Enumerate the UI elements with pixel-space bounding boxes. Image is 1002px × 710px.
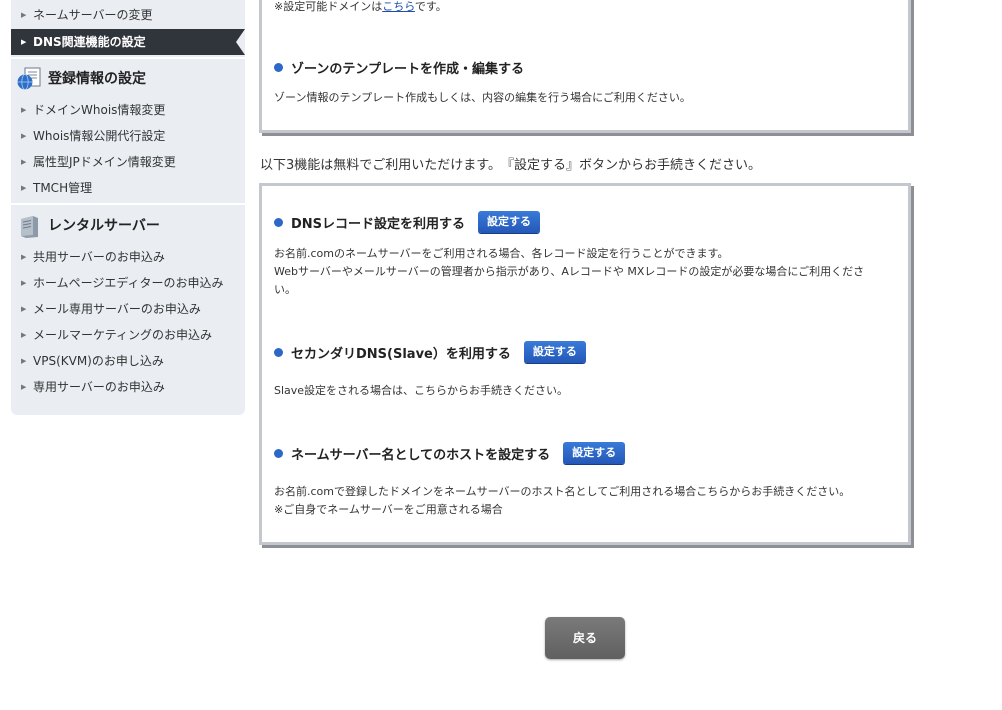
bullet-dot-icon bbox=[274, 448, 283, 458]
dns-record-setting-button[interactable]: 設定する bbox=[478, 211, 541, 233]
sidebar-item-vps[interactable]: ▶ VPS(KVM)のお申し込み bbox=[11, 348, 245, 374]
globe-document-icon bbox=[17, 67, 41, 90]
server-icon bbox=[21, 216, 38, 238]
sidebar-item-dns-settings[interactable]: ▶ DNS関連機能の設定 bbox=[11, 29, 245, 55]
section-title-label: レンタルサーバー bbox=[48, 218, 160, 234]
sidebar-item-label: TMCH管理 bbox=[33, 181, 93, 195]
section-divider bbox=[11, 203, 245, 205]
sidebar-item-label: 共用サーバーのお申込み bbox=[33, 250, 165, 264]
sidebar-item-label: Whois情報公開代行設定 bbox=[33, 129, 166, 143]
sidebar-item-dedicated-server[interactable]: ▶ 専用サーバーのお申込み bbox=[11, 374, 245, 400]
sidebar-item-homepage-editor[interactable]: ▶ ホームページエディターのお申込み bbox=[11, 270, 245, 296]
feature-title-label: DNSレコード設定を利用する bbox=[291, 216, 466, 232]
sidebar-item-label: 専用サーバーのお申込み bbox=[33, 380, 165, 394]
section-title-label: 登録情報の設定 bbox=[48, 71, 146, 87]
intro-text: 以下3機能は無料でご利用いただけます。 『設定する』ボタンからお手続きください。 bbox=[260, 158, 761, 173]
sidebar-item-label: メール専用サーバーのお申込み bbox=[33, 302, 201, 316]
bullet-icon: ▶ bbox=[21, 38, 27, 46]
bullet-icon: ▶ bbox=[21, 11, 27, 19]
desc-line: い。 bbox=[274, 283, 296, 296]
notice-prefix: ※設定可能ドメインは bbox=[274, 0, 383, 13]
bullet-icon: ▶ bbox=[21, 383, 27, 391]
desc-line: お名前.comのネームサーバーをご利用される場合、各レコード設定を行うことができ… bbox=[274, 247, 729, 260]
feature-title-label: セカンダリDNS(Slave）を利用する bbox=[291, 346, 511, 362]
feature-title-label: ネームサーバー名としてのホストを設定する bbox=[291, 447, 551, 463]
feature-nameserver-host-desc: お名前.comで登録したドメインをネームサーバーのホスト名としてご利用される場合… bbox=[274, 483, 850, 519]
feature-secondary-dns-title: セカンダリDNS(Slave）を利用する 設定する bbox=[274, 341, 586, 363]
section-divider bbox=[11, 57, 245, 59]
sidebar-item-label: 属性型JPドメイン情報変更 bbox=[33, 155, 176, 169]
sidebar-item-tmch[interactable]: ▶ TMCH管理 bbox=[11, 175, 245, 201]
feature-secondary-dns-desc: Slave設定をされる場合は、こちらからお手続きください。 bbox=[274, 382, 568, 400]
bullet-dot-icon bbox=[274, 217, 283, 227]
desc-line: ※ご自身でネームサーバーをご用意される場合 bbox=[274, 503, 503, 516]
bullet-icon: ▶ bbox=[21, 253, 27, 261]
domain-notice: ※設定可能ドメインはこちらです。 bbox=[274, 0, 447, 14]
section-title-registration: 登録情報の設定 bbox=[11, 61, 245, 97]
bullet-icon: ▶ bbox=[21, 184, 27, 192]
sidebar-item-label: ホームページエディターのお申込み bbox=[33, 276, 224, 290]
sidebar-item-mail-marketing[interactable]: ▶ メールマーケティングのお申込み bbox=[11, 322, 245, 348]
sidebar-item-jp-domain-info[interactable]: ▶ 属性型JPドメイン情報変更 bbox=[11, 149, 245, 175]
desc-line: お名前.comで登録したドメインをネームサーバーのホスト名としてご利用される場合… bbox=[274, 485, 851, 498]
sidebar-item-label: メールマーケティングのお申込み bbox=[33, 328, 213, 342]
active-notch bbox=[236, 29, 245, 55]
sidebar: ▶ ネームサーバーの変更 ▶ DNS関連機能の設定 登録情報の設定 ▶ ドメイン… bbox=[11, 0, 245, 415]
domain-list-link[interactable]: こちら bbox=[382, 0, 415, 13]
feature-nameserver-host-title: ネームサーバー名としてのホストを設定する 設定する bbox=[274, 442, 626, 464]
secondary-dns-setting-button[interactable]: 設定する bbox=[523, 341, 586, 363]
zone-template-desc: ゾーン情報のテンプレート作成もしくは、内容の編集を行う場合にご利用ください。 bbox=[274, 91, 691, 104]
bullet-icon: ▶ bbox=[21, 331, 27, 339]
bullet-icon: ▶ bbox=[21, 279, 27, 287]
bullet-icon: ▶ bbox=[21, 305, 27, 313]
sidebar-item-label: ネームサーバーの変更 bbox=[33, 8, 153, 22]
notice-suffix: です。 bbox=[414, 0, 447, 13]
bullet-icon: ▶ bbox=[21, 106, 27, 114]
feature-dns-record-title: DNSレコード設定を利用する 設定する bbox=[274, 211, 541, 233]
bullet-dot-icon bbox=[274, 347, 283, 357]
sidebar-item-shared-server[interactable]: ▶ 共用サーバーのお申込み bbox=[11, 244, 245, 270]
bullet-dot-icon bbox=[274, 63, 283, 72]
bullet-icon: ▶ bbox=[21, 132, 27, 140]
zone-template-title[interactable]: ゾーンのテンプレートを作成・編集する bbox=[274, 58, 524, 77]
zone-template-title-label: ゾーンのテンプレートを作成・編集する bbox=[291, 62, 524, 77]
desc-line: Webサーバーやメールサーバーの管理者から指示があり、Aレコードや MXレコード… bbox=[274, 265, 865, 278]
nameserver-host-setting-button[interactable]: 設定する bbox=[563, 442, 626, 464]
bullet-icon: ▶ bbox=[21, 158, 27, 166]
sidebar-item-whois-proxy[interactable]: ▶ Whois情報公開代行設定 bbox=[11, 123, 245, 149]
section-title-rental-server: レンタルサーバー bbox=[11, 208, 245, 244]
sidebar-item-label: ドメインWhois情報変更 bbox=[33, 103, 166, 117]
desc-line: Slave設定をされる場合は、こちらからお手続きください。 bbox=[274, 384, 569, 397]
sidebar-item-nameserver-change[interactable]: ▶ ネームサーバーの変更 bbox=[11, 2, 245, 28]
back-button[interactable]: 戻る bbox=[545, 617, 625, 659]
sidebar-item-label: VPS(KVM)のお申し込み bbox=[33, 354, 164, 368]
sidebar-item-mail-server[interactable]: ▶ メール専用サーバーのお申込み bbox=[11, 296, 245, 322]
sidebar-item-domain-whois[interactable]: ▶ ドメインWhois情報変更 bbox=[11, 97, 245, 123]
sidebar-item-label: DNS関連機能の設定 bbox=[33, 35, 146, 49]
feature-dns-record-desc: お名前.comのネームサーバーをご利用される場合、各レコード設定を行うことができ… bbox=[274, 245, 864, 299]
bullet-icon: ▶ bbox=[21, 357, 27, 365]
